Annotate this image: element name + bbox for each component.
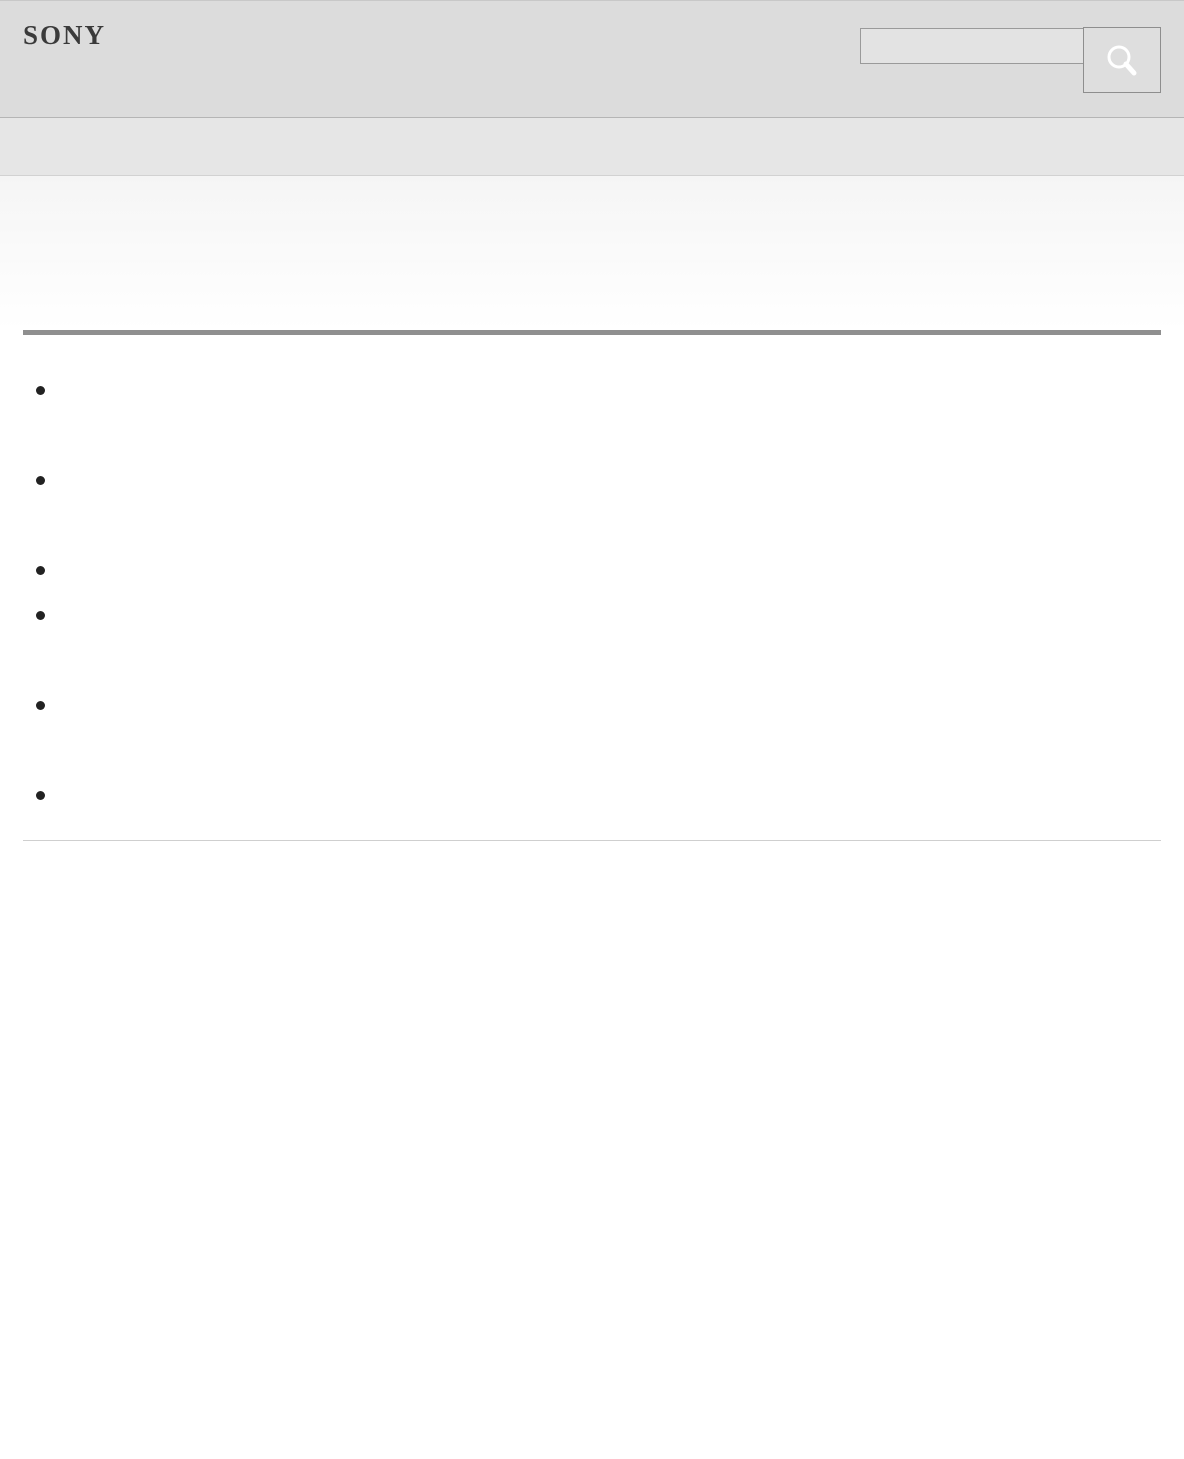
page-title: [0, 176, 1184, 236]
content-bottom-divider: [23, 840, 1161, 841]
bullet-icon: [36, 476, 45, 485]
bullet-icon: [36, 791, 45, 800]
page-title-area: [0, 176, 1184, 330]
title-divider: [23, 330, 1161, 335]
search-button[interactable]: [1083, 27, 1161, 93]
magnifier-icon: [1107, 45, 1137, 76]
search-input[interactable]: [860, 28, 1086, 64]
bullet-icon: [36, 566, 45, 575]
bullet-icon: [36, 611, 45, 620]
sony-logo[interactable]: SONY: [23, 20, 106, 50]
bullet-icon: [36, 701, 45, 710]
bullet-icon: [36, 386, 45, 395]
navigation-bar: [0, 118, 1184, 176]
site-header: SONY: [0, 0, 1184, 118]
